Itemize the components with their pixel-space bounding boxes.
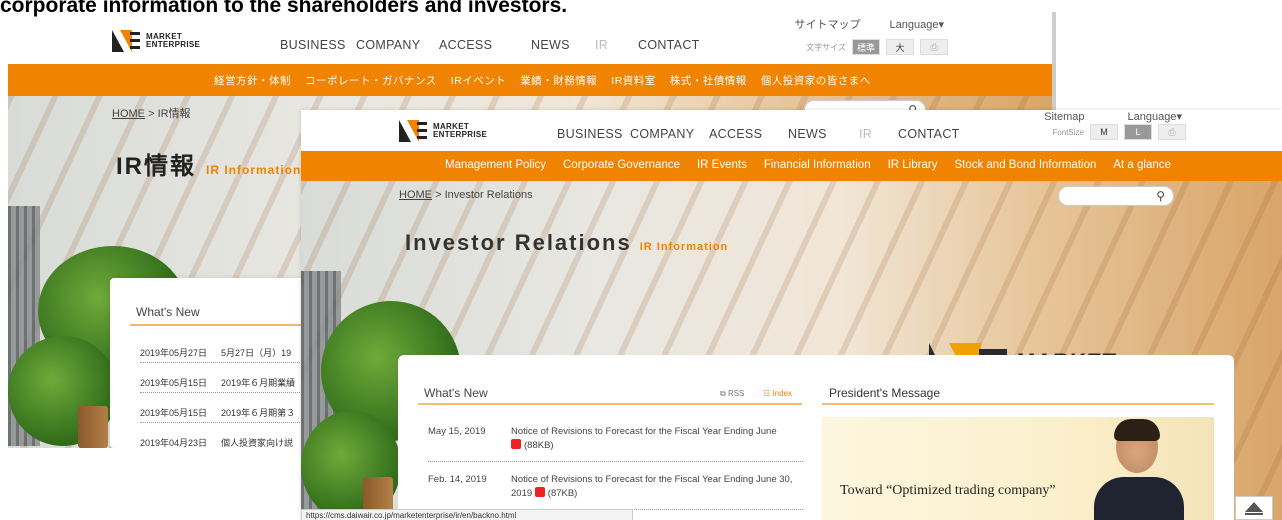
arrow-up-icon [1245,502,1263,512]
subnav-item[interactable]: IR資料室 [611,73,656,88]
breadcrumb-current: Investor Relations [444,189,533,201]
print-icon[interactable]: ⎙ [1158,124,1186,140]
sitemap-link[interactable]: サイトマップ [794,19,860,31]
site-logo[interactable]: MARKET ENTERPRISE [399,120,487,142]
subnav-item[interactable]: 業績・財務情報 [520,73,597,88]
breadcrumb-current: IR情報 [157,108,191,120]
pdf-icon [511,439,521,449]
en-global-nav: BUSINESS COMPANY ACCESS NEWS IR CONTACT [557,127,960,141]
fontsize-standard-button[interactable]: 標準 [852,39,880,55]
subnav-item[interactable]: IRイベント [451,73,507,88]
subnav-item[interactable]: 個人投資家の皆さまへ [761,73,871,88]
index-link[interactable]: ☷ Index [763,389,792,398]
subnav-corporate-governance[interactable]: Corporate Governance [563,159,680,171]
file-size: (88KB) [524,440,554,451]
en-utility-links: Sitemap Language▾ [1004,110,1182,123]
subnav-management-policy[interactable]: Management Policy [445,159,546,171]
page-title-sub: IR Information [206,163,302,177]
nav-ir[interactable]: IR [595,38,638,52]
language-dropdown[interactable]: Language▾ [1128,111,1182,123]
en-content-panel: What's New ⧉ RSS ☷ Index President's Mes… [398,355,1234,520]
breadcrumb-separator: > [435,189,442,201]
logo-mark-icon [399,120,429,142]
rss-icon: ⧉ [720,389,728,398]
jp-utility-links: サイトマップ Language▾ [768,16,944,32]
breadcrumb-home-link[interactable]: HOME [112,108,145,120]
subnav-stock-bond-information[interactable]: Stock and Bond Information [954,159,1096,171]
jp-global-nav: BUSINESS COMPANY ACCESS NEWS IR CONTACT [280,38,700,52]
nav-access[interactable]: ACCESS [709,127,788,141]
nav-ir[interactable]: IR [859,127,898,141]
subnav-ir-events[interactable]: IR Events [697,159,747,171]
fontsize-label: FontSize [1052,127,1084,137]
breadcrumb: HOME > Investor Relations [399,189,533,201]
nav-contact[interactable]: CONTACT [638,38,700,52]
page-top-button[interactable] [1235,496,1273,520]
president-message-banner[interactable]: Toward “Optimized trading company” [822,417,1214,520]
plant-pot [78,406,108,448]
section-heading: What's New [136,305,200,319]
browser-status-url: https://cms.daiwair.co.jp/marketenterpri… [301,509,633,520]
divider [822,403,1214,405]
subnav-item[interactable]: 株式・社債情報 [670,73,747,88]
jp-fontsize-controls: 文字サイズ 標準 大 ⎙ [806,39,948,55]
breadcrumb: HOME > IR情報 [112,105,191,121]
president-message-heading: President's Message [829,386,941,400]
pdf-icon [534,487,545,497]
sitemap-link[interactable]: Sitemap [1044,111,1084,123]
logo-mark-icon [112,30,142,52]
search-icon[interactable]: ⚲ [1156,189,1165,203]
fontsize-label: 文字サイズ [806,42,846,52]
fontsize-l-button[interactable]: L [1124,124,1152,140]
nav-business[interactable]: BUSINESS [280,38,356,52]
file-size: (87KB) [547,488,578,499]
fontsize-m-button[interactable]: M [1090,124,1118,140]
nav-contact[interactable]: CONTACT [898,127,960,141]
news-item[interactable]: 2019年05月15日 2019年６月期業績 [140,376,371,393]
news-date: Feb. 14, 2019 [428,474,487,485]
page-title: IR情報 IR Information [116,153,302,180]
subnav-item[interactable]: 経営方針・体制 [214,73,291,88]
news-date: May 15, 2019 [428,426,486,437]
jp-ir-subnav: 経営方針・体制 コーポレート・ガバナンス IRイベント 業績・財務情報 IR資料… [8,64,1054,96]
president-message-text: Toward “Optimized trading company” [840,483,1056,498]
en-fontsize-controls: FontSize M L ⎙ [1052,124,1186,140]
vertical-scrollbar[interactable] [1052,12,1056,112]
nav-news[interactable]: NEWS [521,38,595,52]
breadcrumb-home-link[interactable]: HOME [399,189,432,201]
language-dropdown[interactable]: Language▾ [890,19,944,31]
jp-header: MARKET ENTERPRISE BUSINESS COMPANY ACCESS… [8,12,1054,64]
en-ir-page-screenshot: MARKET ENTERPRISE BUSINESS COMPANY ACCESS… [301,110,1282,520]
news-item[interactable]: 2019年05月27日 5月27日（月）19 [140,346,371,363]
en-ir-subnav: Management Policy Corporate Governance I… [301,151,1282,181]
nav-access[interactable]: ACCESS [439,38,521,52]
en-search-input[interactable]: ⚲ [1058,186,1174,206]
breadcrumb-separator: > [148,108,155,120]
subnav-ir-library[interactable]: IR Library [888,159,938,171]
news-title-link[interactable]: Notice of Revisions to Forecast for the … [511,426,777,437]
president-photo [1094,419,1184,520]
logo-text-line2: ENTERPRISE [146,40,201,49]
divider [418,403,802,405]
print-icon[interactable]: ⎙ [920,39,948,55]
news-item[interactable]: 2019年04月23日 個人投資家向け説 [140,436,307,448]
page-title-sub: IR Information [639,241,729,253]
nav-company[interactable]: COMPANY [630,127,709,141]
page-title: Investor Relations IR Information [405,230,729,255]
nav-news[interactable]: NEWS [788,127,859,141]
fontsize-large-button[interactable]: 大 [886,39,914,55]
rss-link[interactable]: ⧉ RSS [720,389,744,399]
nav-business[interactable]: BUSINESS [557,127,630,141]
site-logo[interactable]: MARKET ENTERPRISE [112,30,200,52]
whats-new-heading: What's New [424,386,488,400]
nav-company[interactable]: COMPANY [356,38,439,52]
index-icon: ☷ [763,389,773,398]
subnav-at-a-glance[interactable]: At a glance [1113,159,1171,171]
slide-caption: corporate information to the shareholder… [0,0,568,17]
logo-text-line2: ENTERPRISE [433,130,488,139]
news-item[interactable]: 2019年05月15日 2019年６月期第３ [140,406,371,423]
subnav-item[interactable]: コーポレート・ガバナンス [305,73,437,88]
subnav-financial-information[interactable]: Financial Information [764,159,871,171]
